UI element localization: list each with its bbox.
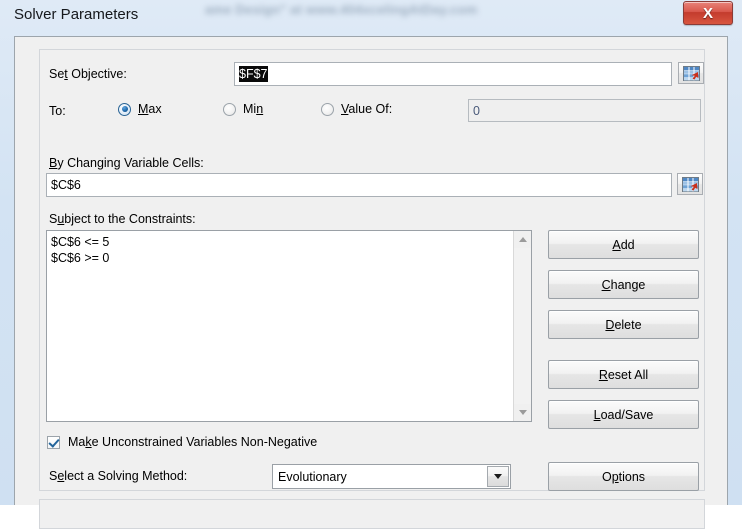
radio-max-label: Max xyxy=(138,102,162,116)
radio-min[interactable]: Min xyxy=(223,102,263,116)
set-objective-value: $F$7 xyxy=(239,66,268,82)
changing-cells-value: $C$6 xyxy=(51,178,81,192)
chevron-down-icon xyxy=(494,474,502,479)
dialog-client-area: Set Objective: $F$7 To: Max Min Value Of… xyxy=(14,36,728,529)
list-item[interactable]: $C$6 >= 0 xyxy=(51,250,512,266)
secondary-group-box xyxy=(39,499,705,529)
checkbox-indicator xyxy=(47,435,60,449)
solving-method-label: Select a Solving Method: xyxy=(49,469,188,483)
reset-all-button[interactable]: Reset All xyxy=(548,360,699,389)
radio-min-indicator xyxy=(223,102,236,116)
radio-value-of-label: Value Of: xyxy=(341,102,393,116)
set-objective-label: Set Objective: xyxy=(49,67,127,81)
to-label: To: xyxy=(49,104,66,118)
make-unconstrained-nonnegative-label: Make Unconstrained Variables Non-Negativ… xyxy=(68,435,318,449)
triangle-up-icon xyxy=(518,237,527,242)
solving-method-value: Evolutionary xyxy=(278,469,347,484)
load-save-button[interactable]: Load/Save xyxy=(548,400,699,429)
background-watermark-text: ame Design" at www.404xcelingAtDay.com xyxy=(205,2,478,17)
options-button[interactable]: Op tions xyxy=(548,462,699,491)
triangle-down-icon xyxy=(518,410,527,415)
constraints-items: $C$6 <= 5 $C$6 >= 0 xyxy=(47,231,512,266)
set-objective-range-picker-button[interactable] xyxy=(678,62,704,84)
constraints-label: Subject to the Constraints: xyxy=(49,212,196,226)
scroll-down-button[interactable] xyxy=(514,404,531,421)
radio-max[interactable]: Max xyxy=(118,102,162,116)
list-item[interactable]: $C$6 <= 5 xyxy=(51,234,512,250)
solving-method-dropdown[interactable]: Evolutionary xyxy=(272,464,511,489)
range-selector-icon xyxy=(682,65,700,81)
constraints-scrollbar[interactable] xyxy=(513,231,531,421)
value-of-value: 0 xyxy=(473,103,480,118)
changing-cells-range-picker-button[interactable] xyxy=(677,173,703,195)
radio-min-label: Min xyxy=(243,102,264,116)
dropdown-arrow-button[interactable] xyxy=(487,466,509,487)
changing-cells-input[interactable]: $C$6 xyxy=(46,173,672,197)
radio-value-of-indicator xyxy=(321,102,334,116)
title-bar: ame Design" at www.404xcelingAtDay.com S… xyxy=(0,0,742,32)
window-frame: ame Design" at www.404xcelingAtDay.com S… xyxy=(0,0,742,529)
value-of-input[interactable]: 0 xyxy=(468,99,701,122)
radio-value-of[interactable]: Value Of: xyxy=(321,102,392,116)
window-title: Solver Parameters xyxy=(14,6,139,23)
delete-button[interactable]: Delete xyxy=(548,310,699,339)
changing-cells-label: By Changing Variable Cells: xyxy=(49,156,204,170)
close-button[interactable]: X xyxy=(683,1,733,25)
scroll-up-button[interactable] xyxy=(514,231,531,248)
radio-max-indicator xyxy=(118,102,131,116)
range-selector-icon xyxy=(681,176,699,192)
change-button[interactable]: Change xyxy=(548,270,699,299)
close-icon: X xyxy=(702,4,713,22)
add-button[interactable]: Add xyxy=(548,230,699,259)
constraints-listbox[interactable]: $C$6 <= 5 $C$6 >= 0 xyxy=(46,230,532,422)
make-unconstrained-nonnegative-checkbox[interactable]: Make Unconstrained Variables Non-Negativ… xyxy=(47,435,317,449)
set-objective-input[interactable]: $F$7 xyxy=(234,62,672,86)
